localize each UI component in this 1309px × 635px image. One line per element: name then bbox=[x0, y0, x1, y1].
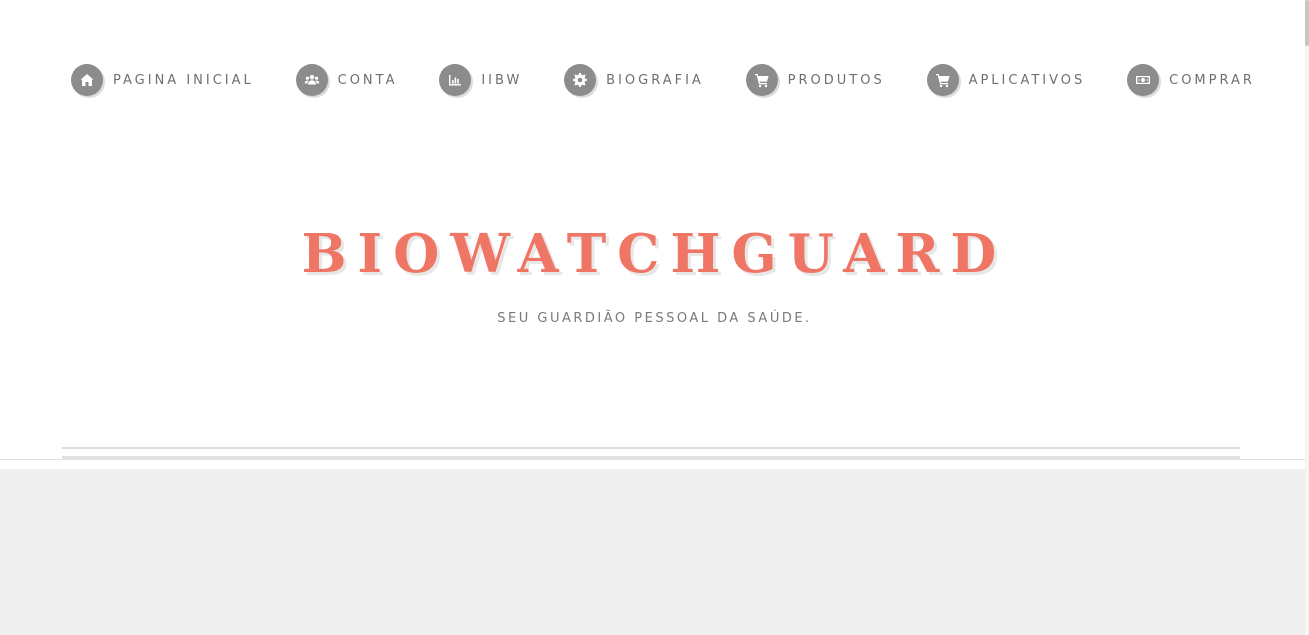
site-subtitle: SEU GUARDIÃO PESSOAL DA SAÚDE. bbox=[497, 311, 812, 326]
nav-label: IIBW bbox=[481, 72, 523, 88]
money-icon bbox=[1127, 64, 1160, 96]
header-section: PAGINA INICIAL CONTA IIBW BIOGRAFIA PROD… bbox=[0, 0, 1309, 460]
nav-label: BIOGRAFIA bbox=[606, 72, 704, 88]
scrollbar-thumb[interactable] bbox=[1305, 0, 1309, 46]
page: PAGINA INICIAL CONTA IIBW BIOGRAFIA PROD… bbox=[0, 0, 1309, 635]
nav-item-comprar[interactable]: COMPRAR bbox=[1127, 64, 1255, 96]
nav-item-produtos[interactable]: PRODUTOS bbox=[745, 64, 885, 96]
scrollbar[interactable] bbox=[1305, 0, 1309, 635]
nav-label: CONTA bbox=[337, 72, 398, 88]
cart-icon bbox=[926, 64, 959, 96]
nav-item-biografia[interactable]: BIOGRAFIA bbox=[564, 64, 704, 96]
nav-item-pagina-inicial[interactable]: PAGINA INICIAL bbox=[71, 64, 254, 96]
home-icon bbox=[71, 64, 103, 96]
nav-item-conta[interactable]: CONTA bbox=[295, 64, 398, 96]
gear-icon bbox=[564, 64, 597, 96]
site-title: BIOWATCHGUARD bbox=[301, 223, 1008, 285]
nav-item-iibw[interactable]: IIBW bbox=[439, 64, 522, 96]
section-border bbox=[0, 459, 1305, 460]
main-nav: PAGINA INICIAL CONTA IIBW BIOGRAFIA PROD… bbox=[71, 63, 1255, 97]
nav-item-aplicativos[interactable]: APLICATIVOS bbox=[926, 64, 1086, 96]
nav-label: APLICATIVOS bbox=[968, 72, 1086, 88]
nav-label: PAGINA INICIAL bbox=[113, 72, 254, 88]
users-icon bbox=[295, 64, 328, 96]
cart-icon bbox=[745, 64, 778, 96]
divider bbox=[62, 447, 1240, 449]
content-area bbox=[0, 469, 1305, 635]
bar-chart-icon bbox=[439, 64, 472, 96]
hero: BIOWATCHGUARD SEU GUARDIÃO PESSOAL DA SA… bbox=[0, 222, 1309, 326]
nav-label: PRODUTOS bbox=[787, 72, 885, 88]
nav-label: COMPRAR bbox=[1169, 72, 1255, 88]
